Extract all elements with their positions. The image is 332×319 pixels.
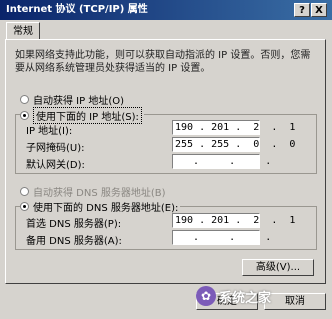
default-gateway-label: 默认网关(D): [26,160,85,171]
radio-manual-dns[interactable]: 使用下面的 DNS 服务器地址(E): [20,199,181,214]
radio-manual-dns-label: 使用下面的 DNS 服务器地址(E): [33,203,179,214]
radio-manual-ip-dot [20,111,29,120]
radio-auto-dns[interactable]: 自动获得 DNS 服务器地址(B) [20,184,166,199]
watermark-logo-icon: ✿ [196,286,216,306]
title-bar: Internet 协议 (TCP/IP) 属性 ? X [0,0,332,20]
site-watermark: ✿ 系统之家 [196,286,271,306]
subnet-mask-label: 子网掩码(U): [26,143,85,154]
radio-auto-dns-dot [20,187,29,196]
watermark-text: 系统之家 [219,290,272,306]
alternate-dns-label: 备用 DNS 服务器(A): [26,236,122,247]
general-panel: 如果网络支持此功能，则可以获取自动指派的 IP 设置。否则，您需要从网络系统管理… [5,39,326,284]
radio-auto-ip-label: 自动获得 IP 地址(O) [33,96,125,107]
alternate-dns-field[interactable]: . . . [172,230,271,245]
radio-auto-ip-dot [20,95,29,104]
subnet-mask-field[interactable]: 255 . 255 . 0 . 0 [172,137,295,152]
ip-address-field[interactable]: 190 . 201 . 2 . 1 [172,120,295,135]
window-title: Internet 协议 (TCP/IP) 属性 [6,4,148,15]
radio-auto-ip[interactable]: 自动获得 IP 地址(O) [20,92,124,107]
description-text: 如果网络支持此功能，则可以获取自动指派的 IP 设置。否则，您需要从网络系统管理… [15,50,311,74]
tab-general[interactable]: 常规 [6,22,40,40]
close-button[interactable]: X [311,3,327,17]
preferred-dns-label: 首选 DNS 服务器(P): [26,219,122,230]
ip-address-label: IP 地址(I): [26,126,73,137]
preferred-dns-field[interactable]: 190 . 201 . 2 . 1 [172,213,295,228]
radio-manual-dns-dot [20,202,29,211]
help-button[interactable]: ? [294,3,310,17]
advanced-button[interactable]: 高级(V)... [242,259,314,276]
radio-auto-dns-label: 自动获得 DNS 服务器地址(B) [33,188,166,199]
default-gateway-field[interactable]: . . . [172,154,271,169]
cancel-button[interactable]: 取消 [264,293,326,310]
